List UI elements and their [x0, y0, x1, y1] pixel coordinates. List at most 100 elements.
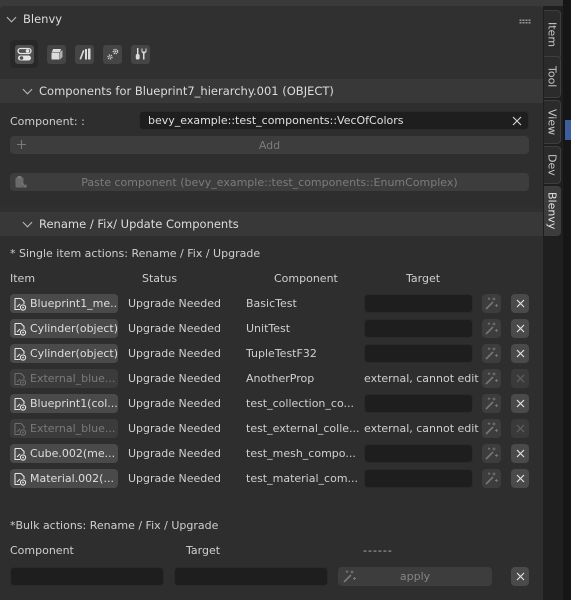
remove-component-button[interactable] — [511, 444, 529, 463]
item-label: Blueprint1(col... — [30, 397, 118, 410]
status-cell: Upgrade Needed — [128, 422, 222, 435]
tab-view[interactable]: View — [544, 100, 561, 144]
target-input[interactable] — [364, 344, 473, 363]
region-indicator — [565, 120, 571, 140]
magic-wand-icon — [485, 372, 498, 385]
apply-fix-button[interactable] — [482, 294, 501, 313]
tab-blenvy[interactable]: Blenvy — [544, 186, 561, 236]
column-header-component: Component — [274, 272, 338, 285]
blueprints-icon — [51, 49, 62, 60]
target-input[interactable] — [364, 444, 473, 463]
remove-component-button[interactable] — [511, 419, 529, 438]
magic-wand-icon — [485, 422, 498, 435]
rename-section-header[interactable]: Rename / Fix/ Update Components — [0, 212, 543, 236]
remove-component-button[interactable] — [511, 469, 529, 488]
status-cell: Upgrade Needed — [128, 297, 222, 310]
item-label: External_blue... — [30, 422, 116, 435]
status-cell: Upgrade Needed — [128, 472, 222, 485]
settings-mode-button[interactable] — [103, 44, 122, 64]
magic-wand-icon — [485, 447, 498, 460]
bulk-remove-button[interactable] — [511, 567, 529, 586]
close-icon — [516, 324, 524, 333]
apply-fix-button[interactable] — [482, 369, 501, 388]
tab-label: Item — [545, 22, 559, 48]
close-icon — [516, 474, 524, 483]
magic-wand-icon — [485, 297, 498, 310]
apply-fix-button[interactable] — [482, 419, 501, 438]
item-button[interactable]: Cylinder(object) — [10, 319, 118, 338]
component-cell: TupleTestF32 — [246, 347, 317, 360]
status-cell: Upgrade Needed — [128, 372, 222, 385]
target-readonly: external, cannot edit — [364, 372, 479, 385]
add-label: Add — [258, 138, 281, 152]
magic-wand-icon — [343, 570, 356, 583]
chevron-down-icon — [22, 217, 33, 227]
remove-component-button[interactable] — [511, 294, 529, 313]
remove-component-button[interactable] — [511, 394, 529, 413]
remove-component-button[interactable] — [511, 344, 529, 363]
tab-tool[interactable]: Tool — [544, 56, 561, 98]
bulk-column-component: Component — [10, 544, 74, 557]
tab-label: Tool — [545, 66, 559, 88]
component-cell: AnotherProp — [246, 372, 315, 385]
close-icon — [516, 374, 524, 383]
component-select-field[interactable]: bevy_example::test_components::VecOfColo… — [139, 111, 529, 130]
add-component-button[interactable]: Add — [10, 136, 529, 154]
object-link-icon — [14, 472, 27, 486]
apply-fix-button[interactable] — [482, 444, 501, 463]
apply-fix-button[interactable] — [482, 319, 501, 338]
item-button[interactable]: Cylinder(object) — [10, 344, 118, 363]
region-edge — [563, 0, 571, 600]
close-icon — [516, 449, 524, 458]
drag-grip-icon[interactable] — [519, 19, 531, 24]
tab-label: Blenvy — [545, 192, 559, 230]
object-link-icon — [14, 297, 27, 311]
component-cell: test_external_colle... — [246, 422, 360, 435]
chevron-down-icon — [22, 84, 33, 94]
item-button[interactable]: External_blue... — [10, 369, 118, 388]
bulk-component-field[interactable] — [10, 567, 164, 586]
paste-icon — [15, 176, 27, 188]
target-input[interactable] — [364, 294, 473, 313]
item-button[interactable]: External_blue... — [10, 419, 118, 438]
bulk-apply-button[interactable]: apply — [338, 567, 492, 586]
clear-icon[interactable] — [512, 116, 522, 126]
remove-component-button[interactable] — [511, 369, 529, 388]
assets-mode-button[interactable] — [75, 44, 94, 64]
column-header-status: Status — [142, 272, 178, 285]
object-link-icon — [14, 397, 27, 411]
item-label: Cube.002(me... — [30, 447, 116, 460]
panel-header[interactable]: Blenvy — [0, 6, 543, 32]
item-button[interactable]: Blueprint1_me... — [10, 294, 118, 313]
target-input[interactable] — [364, 469, 473, 488]
item-label: Cylinder(object) — [30, 347, 118, 360]
item-button[interactable]: Cube.002(me... — [10, 444, 118, 463]
component-cell: UnitTest — [246, 322, 291, 335]
target-input[interactable] — [364, 394, 473, 413]
bulk-target-field[interactable] — [174, 567, 328, 586]
paste-component-button[interactable]: Paste component (bevy_example::test_comp… — [10, 173, 529, 191]
apply-fix-button[interactable] — [482, 344, 501, 363]
bulk-actions-label: *Bulk actions: Rename / Fix / Upgrade — [10, 519, 219, 532]
plus-icon — [17, 140, 26, 149]
component-select-value: bevy_example::test_components::VecOfColo… — [148, 114, 404, 127]
blueprints-mode-button[interactable] — [47, 44, 66, 64]
apply-fix-button[interactable] — [482, 394, 501, 413]
column-header-item: Item — [10, 272, 36, 285]
components-section-header[interactable]: Components for Blueprint7_hierarchy.001 … — [0, 79, 543, 103]
remove-component-button[interactable] — [511, 319, 529, 338]
tab-dev[interactable]: Dev — [544, 146, 561, 184]
components-mode-button[interactable] — [10, 40, 38, 68]
tab-label: Dev — [545, 154, 559, 176]
tab-item[interactable]: Item — [544, 10, 561, 60]
item-button[interactable]: Blueprint1(col... — [10, 394, 118, 413]
item-button[interactable]: Material.002(... — [10, 469, 118, 488]
object-link-icon — [14, 347, 27, 361]
target-input[interactable] — [364, 319, 473, 338]
item-label: External_blue... — [30, 372, 116, 385]
tools-mode-button[interactable] — [131, 44, 150, 64]
magic-wand-icon — [485, 347, 498, 360]
magic-wand-icon — [485, 322, 498, 335]
apply-fix-button[interactable] — [482, 469, 501, 488]
settings-gears-icon — [106, 48, 118, 60]
